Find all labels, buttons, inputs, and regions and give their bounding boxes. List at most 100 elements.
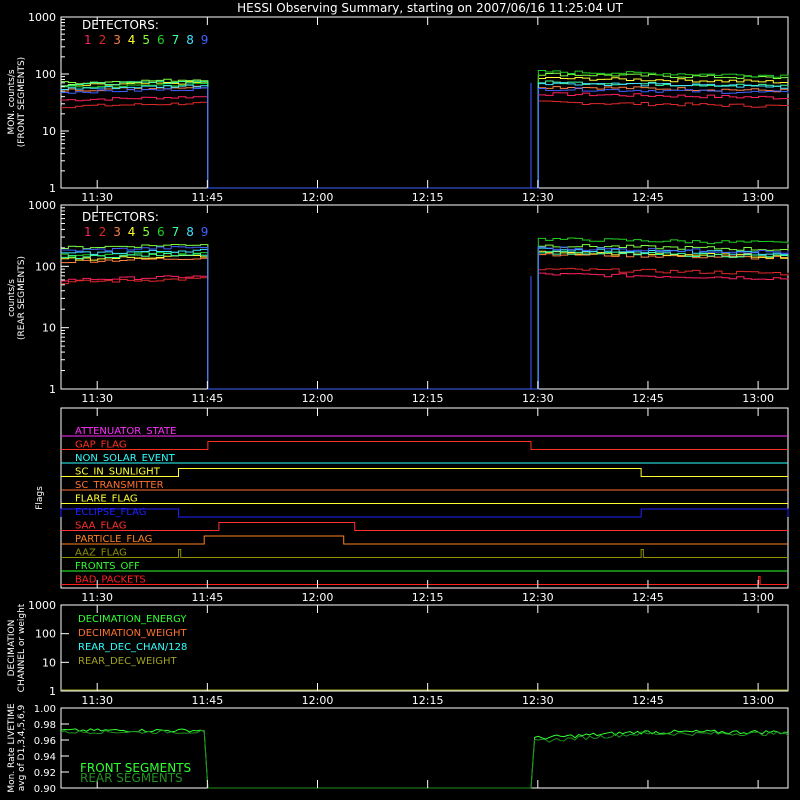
decimation-legend-item: DECIMATION_WEIGHT — [78, 628, 187, 639]
flag-line-bad_packets — [61, 576, 788, 585]
y-tick-label: 100 — [35, 260, 56, 273]
legend-detector-5: 5 — [142, 33, 150, 47]
panel5-y-ticks: 1.00 0.98 0.96 0.94 0.92 0.90 — [34, 704, 69, 795]
x-tick-label: 11:30 — [81, 591, 113, 604]
x-tick-label: 12:15 — [412, 694, 444, 707]
panel-decimation: 1000 100 10 1 11:30 11:45 12:00 12:15 12:30 12:4… — [7, 599, 789, 707]
y-tick-label: 10 — [42, 125, 56, 138]
legend-detector-9: 9 — [201, 225, 209, 239]
x-tick-label: 12:00 — [302, 191, 334, 204]
flag-label: FRONTS_OFF — [75, 561, 140, 572]
x-tick-label: 12:00 — [302, 392, 334, 405]
panel5-legend: FRONT SEGMENTSREAR SEGMENTS — [80, 761, 191, 785]
figure-title: HESSI Observing Summary, starting on 200… — [237, 1, 623, 15]
y-tick-label: 0.94 — [34, 752, 56, 763]
legend-detector-3: 3 — [113, 33, 121, 47]
panel5-x-ticks — [96, 780, 759, 788]
flag-label: NON_SOLAR_EVENT — [75, 453, 176, 464]
series-line-detector-1 — [61, 92, 789, 189]
flag-label: ATTENUATOR_STATE — [75, 426, 176, 437]
legend-detector-4: 4 — [128, 33, 136, 47]
series-line-detector-4 — [61, 76, 789, 189]
flag-label: FLARE_FLAG — [75, 494, 138, 505]
x-tick-label: 12:00 — [302, 694, 334, 707]
legend-detector-9: 9 — [201, 33, 209, 47]
flag-line-aaz_flag — [61, 549, 788, 558]
panel1-series — [61, 70, 789, 189]
panel2-y-ticks: 1000 100 10 1 — [28, 199, 69, 396]
panel-livetime: 1.00 0.98 0.96 0.94 0.92 0.90 Mon. Rate LIVET… — [7, 703, 789, 795]
series-line-detector-3 — [61, 85, 789, 189]
flag-label: SC_TRANSMITTER — [75, 480, 164, 491]
legend-detector-8: 8 — [186, 225, 194, 239]
flag-label: BAD_PACKETS — [75, 575, 146, 586]
y-tick-label: 10 — [42, 322, 56, 335]
flag-label: GAP_FLAG — [75, 440, 127, 451]
legend-detector-1: 1 — [84, 225, 92, 239]
panel4-legend: DECIMATION_ENERGY DECIMATION_WEIGHT REAR_D… — [78, 614, 187, 667]
panel3-flag-lines: ATTENUATOR_STATE GAP_FLAG NON_SOLAR_EVENT S… — [60, 426, 789, 586]
decimation-legend-item: REAR_DEC_CHAN/128 — [78, 642, 187, 653]
flag-line-gap_flag — [61, 441, 788, 450]
panel2-frame — [60, 204, 789, 390]
x-tick-label: 13:00 — [742, 392, 774, 405]
series-line-detector-2 — [61, 267, 789, 390]
flag-line-sc_in_sunlight — [61, 468, 788, 477]
legend-detector-1: 1 — [84, 33, 92, 47]
panel4-y-ticks: 1000 100 10 1 — [28, 599, 69, 698]
x-tick-label: 12:15 — [412, 392, 444, 405]
series-line-detector-8 — [61, 247, 789, 390]
flag-line-saa_flag — [61, 522, 788, 531]
series-line-detector-9 — [61, 87, 789, 189]
y-tick-label: 1000 — [28, 599, 56, 612]
x-tick-label: 11:45 — [192, 591, 224, 604]
legend-detector-7: 7 — [172, 225, 180, 239]
y-tick-label: 1 — [49, 383, 56, 396]
series-line-detector-8 — [61, 82, 789, 189]
series-line-detector-2 — [61, 100, 789, 189]
legend-detector-2: 2 — [99, 33, 107, 47]
x-tick-label: 12:30 — [522, 392, 554, 405]
y-tick-label: 1 — [49, 685, 56, 698]
x-tick-label: 12:30 — [522, 591, 554, 604]
y-tick-label: 10 — [42, 656, 56, 669]
x-tick-label: 12:45 — [632, 694, 664, 707]
x-tick-label: 12:00 — [302, 591, 334, 604]
panel1-ylabel-line2: (FRONT SEGMENTS) — [17, 57, 27, 147]
panel2-legend-title: DETECTORS: — [82, 210, 159, 224]
panel2-ylabel-line1: counts/s — [7, 279, 17, 317]
panel1-legend-numbers: 123456789 — [84, 33, 208, 47]
legend-detector-5: 5 — [142, 225, 150, 239]
y-tick-label: 1000 — [28, 11, 56, 24]
series-line-detector-3 — [61, 252, 789, 390]
panel1-ylabel-line1: MON. counts/s — [7, 69, 17, 134]
x-tick-label: 11:30 — [81, 191, 113, 204]
x-tick-label: 12:45 — [632, 392, 664, 405]
y-tick-label: 0.90 — [34, 784, 56, 795]
legend-detector-7: 7 — [172, 33, 180, 47]
x-tick-label: 11:30 — [81, 392, 113, 405]
x-tick-label: 11:45 — [192, 694, 224, 707]
decimation-legend-item: REAR_DEC_WEIGHT — [78, 656, 177, 667]
panel2-ylabel-line2: (REAR SEGMENTS) — [17, 256, 27, 340]
decimation-legend-item: DECIMATION_ENERGY — [78, 614, 187, 625]
x-tick-label: 13:00 — [742, 191, 774, 204]
x-tick-label: 12:45 — [632, 591, 664, 604]
y-tick-label: 0.96 — [34, 736, 56, 747]
x-tick-label: 11:30 — [81, 694, 113, 707]
y-tick-label: 1.00 — [34, 704, 56, 715]
panel5-ylabel-line2: avg of D1,3,4,5,6,9 — [17, 704, 27, 791]
x-tick-label: 11:45 — [192, 392, 224, 405]
flag-line-particle_flag — [61, 535, 788, 545]
legend-detector-3: 3 — [113, 225, 121, 239]
livetime-legend-item: REAR SEGMENTS — [80, 771, 183, 785]
panel1-y-ticks: 1000 100 10 1 — [28, 11, 69, 195]
panel1-legend-title: DETECTORS: — [82, 18, 159, 32]
x-tick-label: 12:15 — [412, 591, 444, 604]
flag-label: AAZ_FLAG — [75, 548, 127, 559]
series-line-detector-5 — [61, 244, 789, 390]
series-line-detector-9 — [61, 246, 789, 390]
observing-summary-figure: HESSI Observing Summary, starting on 200… — [7, 1, 789, 795]
flag-label: SC_IN_SUNLIGHT — [75, 467, 161, 478]
panel5-ylabel-line1: Mon. Rate LIVETIME — [7, 703, 17, 793]
